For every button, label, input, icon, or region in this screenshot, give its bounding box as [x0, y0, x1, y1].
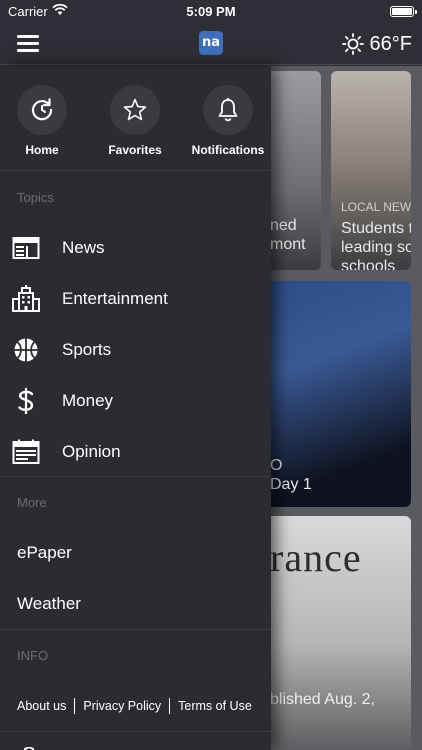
- link-separator: [169, 698, 171, 714]
- divider: [0, 629, 271, 630]
- story-caption: LOCAL NEWS Students t leading so schools: [341, 198, 411, 270]
- menu-item-epaper[interactable]: ePaper: [17, 543, 72, 563]
- refresh-home-icon: [31, 98, 53, 121]
- star-icon: [123, 98, 147, 121]
- menu-item-opinion[interactable]: Opinion: [0, 429, 271, 475]
- about-us-link[interactable]: About us: [17, 699, 66, 713]
- story-card[interactable]: LOCAL NEWS Students t leading so schools: [331, 71, 411, 270]
- story-caption: O Day 1: [270, 457, 312, 493]
- story-caption: blished Aug. 2,: [270, 691, 375, 708]
- home-icon-circle: [17, 85, 67, 135]
- favorites-label: Favorites: [108, 143, 162, 157]
- status-bar: Carrier 5:09 PM: [0, 0, 422, 22]
- weather-widget[interactable]: 66°F: [341, 31, 412, 57]
- story-image-text: rance: [270, 535, 362, 580]
- terms-of-use-link[interactable]: Terms of Use: [178, 699, 252, 713]
- side-drawer: Home Favorites Notifications Topics News…: [0, 66, 271, 750]
- favorites-icon-circle: [110, 85, 160, 135]
- story-caption: ned mont: [270, 217, 306, 253]
- menu-item-label: Sports: [62, 340, 112, 359]
- menu-item-label: Opinion: [62, 442, 121, 461]
- top-nav-bar: na 66°F: [0, 22, 422, 65]
- home-label: Home: [25, 143, 59, 157]
- partial-icon: [17, 742, 41, 750]
- notifications-label: Notifications: [191, 143, 265, 157]
- info-section-label: INFO: [17, 648, 49, 663]
- quick-actions: Home Favorites Notifications: [0, 66, 271, 171]
- calendar-page-icon: [12, 438, 40, 466]
- battery-icon: [390, 6, 417, 17]
- link-separator: [74, 698, 76, 714]
- menu-item-label: Money: [62, 391, 114, 410]
- menu-item-sports[interactable]: Sports: [0, 327, 271, 373]
- newspaper-icon: [12, 234, 40, 262]
- weather-temperature: 66°F: [369, 32, 412, 55]
- notifications-button[interactable]: Notifications: [188, 85, 268, 157]
- basketball-icon: [12, 336, 40, 364]
- story-headline: Students t leading so schools: [341, 220, 411, 270]
- notifications-icon-circle: [203, 85, 253, 135]
- info-links: About us Privacy Policy Terms of Use: [17, 698, 252, 714]
- divider: [0, 731, 271, 732]
- menu-icon[interactable]: [17, 35, 39, 52]
- dollar-icon: [12, 387, 40, 415]
- menu-item-entertainment[interactable]: Entertainment: [0, 276, 271, 322]
- home-button[interactable]: Home: [2, 85, 82, 157]
- menu-item-news[interactable]: News: [0, 225, 271, 271]
- menu-item-label: News: [62, 238, 105, 257]
- topics-section-label: Topics: [17, 190, 54, 205]
- menu-item-label: Entertainment: [62, 289, 168, 308]
- divider: [0, 476, 271, 477]
- app-logo[interactable]: na: [199, 31, 223, 55]
- menu-item-weather[interactable]: Weather: [17, 594, 81, 614]
- sun-icon: [341, 33, 364, 55]
- building-icon: [12, 285, 40, 313]
- menu-item-money[interactable]: Money: [0, 378, 271, 424]
- story-tag: LOCAL NEWS: [341, 200, 411, 214]
- clock: 5:09 PM: [186, 4, 236, 19]
- privacy-policy-link[interactable]: Privacy Policy: [83, 699, 161, 713]
- more-section-label: More: [17, 495, 47, 510]
- app-screen: Carrier 5:09 PM na 66°F ned mont LOCAL N…: [0, 0, 422, 750]
- favorites-button[interactable]: Favorites: [95, 85, 175, 157]
- bell-icon: [218, 98, 238, 122]
